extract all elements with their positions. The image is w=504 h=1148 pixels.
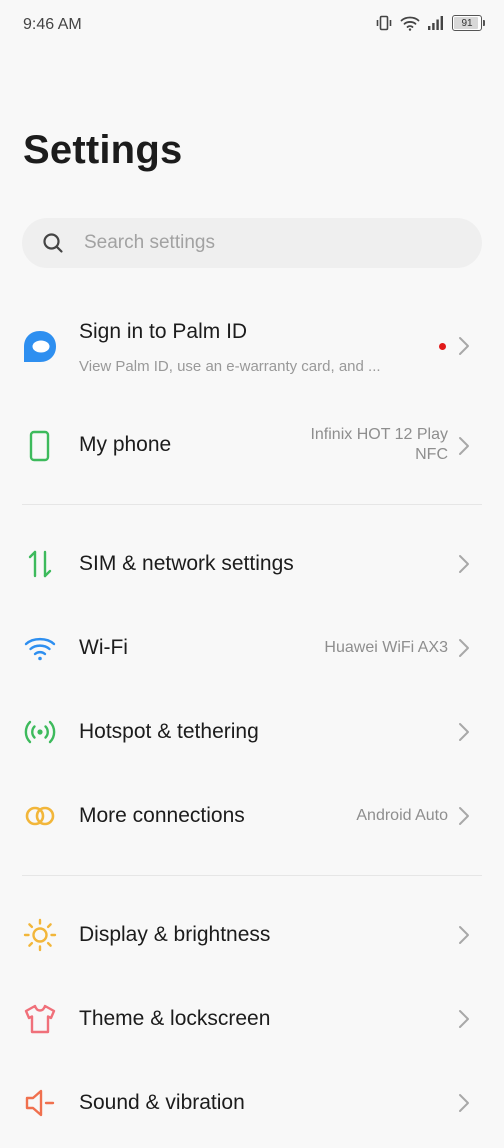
chevron-right-icon [458,436,470,461]
palm-id-row[interactable]: Sign in to Palm ID View Palm ID, use an … [0,300,504,392]
more-connections-label: More connections [79,804,245,827]
battery-icon: 91 [452,15,485,31]
battery-level: 91 [461,17,473,29]
hotspot-icon [22,714,58,755]
link-rings-icon [22,798,58,839]
wifi-label: Wi-Fi [79,636,128,659]
my-phone-nfc: NFC [415,446,448,463]
chat-bubble-icon [22,329,58,370]
phone-icon [22,428,58,469]
chevron-right-icon [458,1009,470,1034]
signal-icon [427,15,445,31]
sim-network-row[interactable]: SIM & network settings [0,522,504,606]
search-input[interactable] [84,218,464,268]
more-connections-value: Android Auto [356,807,448,824]
sound-vibration-row[interactable]: Sound & vibration [0,1061,504,1145]
status-bar: 9:46 AM 91 [0,0,504,50]
section-divider [22,875,482,876]
sun-icon [22,917,58,958]
search-bar[interactable] [22,218,482,268]
sim-network-label: SIM & network settings [79,552,294,575]
theme-lockscreen-row[interactable]: Theme & lockscreen [0,977,504,1061]
page-title: Settings [23,128,183,172]
theme-lockscreen-label: Theme & lockscreen [79,1007,271,1030]
notification-dot [439,343,446,350]
status-time: 9:46 AM [23,16,82,33]
chevron-right-icon [458,554,470,579]
my-phone-label: My phone [79,433,172,456]
hotspot-label: Hotspot & tethering [79,720,259,743]
sim-arrows-icon [22,546,58,587]
status-icons: 91 [375,14,485,32]
section-divider [22,504,482,505]
chevron-right-icon [458,336,470,361]
sound-vibration-label: Sound & vibration [79,1091,245,1114]
wifi-icon [400,14,420,32]
more-connections-row[interactable]: More connections Android Auto [0,774,504,858]
chevron-right-icon [458,806,470,831]
chevron-right-icon [458,925,470,950]
wifi-row[interactable]: Wi-Fi Huawei WiFi AX3 [0,606,504,690]
chevron-right-icon [458,1093,470,1118]
speaker-icon [22,1085,58,1126]
display-brightness-row[interactable]: Display & brightness [0,893,504,977]
wifi-network-value: Huawei WiFi AX3 [324,639,448,656]
search-icon [42,232,64,259]
palm-id-subtitle: View Palm ID, use an e-warranty card, an… [79,358,381,375]
tshirt-icon [22,1001,58,1042]
hotspot-row[interactable]: Hotspot & tethering [0,690,504,774]
chevron-right-icon [458,638,470,663]
settings-page: 9:46 AM 91 Settings Search settings Sign… [0,0,504,1148]
my-phone-row[interactable]: My phone Infinix HOT 12 Play NFC [0,404,504,488]
palm-id-title: Sign in to Palm ID [79,320,248,343]
wifi-icon [22,630,58,671]
chevron-right-icon [458,722,470,747]
display-brightness-label: Display & brightness [79,923,271,946]
vibrate-icon [375,14,393,32]
my-phone-model: Infinix HOT 12 Play [310,426,448,443]
